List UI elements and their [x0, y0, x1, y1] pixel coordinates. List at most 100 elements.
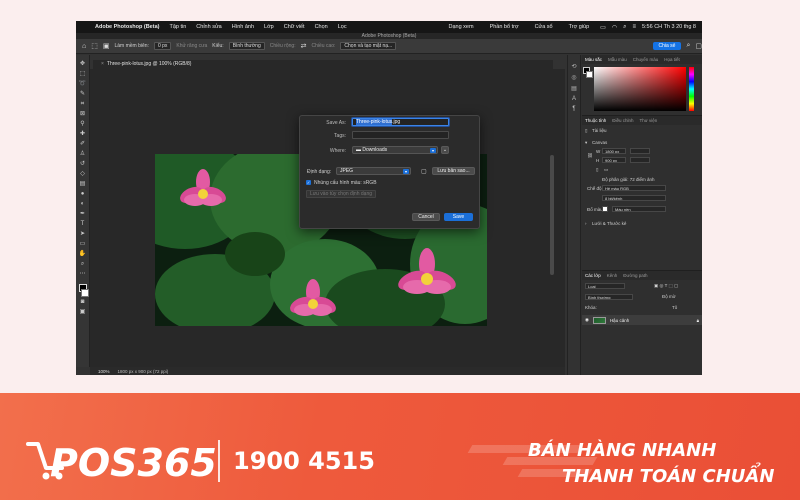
eraser-tool-icon[interactable]: ◇ — [79, 170, 87, 179]
cancel-button[interactable]: Cancel — [412, 213, 440, 221]
frame-tool-icon[interactable]: ⊠ — [79, 110, 87, 119]
embed-profile-checkbox[interactable]: ✓ — [306, 180, 311, 185]
tab-swatches[interactable]: Mẫu màu — [608, 57, 627, 62]
mode-select[interactable]: Hệ màu RGB — [602, 185, 666, 191]
zoom-tool-icon[interactable]: ⌕ — [79, 260, 87, 269]
menu-filter[interactable]: Lọc — [333, 24, 352, 30]
menu-layer[interactable]: Lớp — [259, 24, 279, 30]
zoom-level[interactable]: 100% — [98, 369, 110, 374]
home-icon[interactable]: ⌂ — [82, 43, 86, 50]
canvas-scrollbar[interactable] — [550, 155, 554, 275]
menubar-clock[interactable]: 5:56 CH Th 3 20 thg 8 — [642, 24, 696, 30]
history-icon[interactable]: ⟲ — [571, 63, 576, 70]
menu-select[interactable]: Chọn — [310, 24, 333, 30]
menu-window[interactable]: Cửa sổ — [530, 24, 558, 30]
tab-adjustments[interactable]: Điều chỉnh — [612, 118, 633, 123]
layer-row[interactable]: ◉ Hậu cảnh 🔒︎ — [582, 315, 702, 325]
fill-select[interactable]: Màu nền — [612, 206, 666, 212]
blend-mode-select[interactable]: Bình thường — [585, 294, 633, 300]
blur-tool-icon[interactable]: ● — [79, 190, 87, 199]
orientation-landscape-icon[interactable]: ▭ — [604, 167, 608, 173]
style-select[interactable]: Bình thường — [228, 42, 265, 50]
document-tab[interactable]: × Three-pink-lotus.jpg @ 100% (RGB/8) — [93, 60, 553, 69]
menu-file[interactable]: Tập tin — [164, 24, 191, 30]
selection-mode-icon[interactable]: ▣ — [103, 42, 110, 50]
depth-select[interactable]: 8 bit/kênh — [602, 195, 666, 201]
y-input[interactable] — [630, 157, 650, 163]
history-brush-tool-icon[interactable]: ↺ — [79, 160, 87, 169]
libraries-icon[interactable]: ▤ — [571, 85, 577, 92]
link-icon[interactable]: ⛓ — [587, 153, 593, 159]
quick-select-tool-icon[interactable]: ✎ — [79, 90, 87, 99]
healing-tool-icon[interactable]: ✚ — [79, 130, 87, 139]
rectangle-tool-icon[interactable]: ▭ — [79, 240, 87, 249]
menu-plugins[interactable]: Phần bổ trợ — [485, 24, 524, 30]
select-and-mask-button[interactable]: Chọn và tạo mặt nạ... — [340, 42, 397, 50]
paragraph-icon[interactable]: ¶ — [572, 106, 575, 112]
control-center-icon[interactable]: ≡ — [632, 24, 636, 30]
info-icon[interactable]: ▢ — [421, 168, 427, 175]
tab-color[interactable]: Màu sắc — [585, 57, 602, 62]
quick-mask-icon[interactable]: ◙ — [79, 298, 87, 307]
antialias-checkbox[interactable]: Khử răng cưa — [176, 43, 207, 49]
save-button[interactable]: Save — [444, 213, 473, 221]
move-tool-icon[interactable]: ✥ — [79, 60, 87, 69]
marquee-tool-icon[interactable]: ⬚ — [79, 70, 87, 79]
close-tab-icon[interactable]: × — [101, 61, 104, 67]
menu-view[interactable]: Dạng xem — [443, 24, 478, 30]
layer-filter-icons[interactable]: ▣ ◎ T ⬚ ▢ — [654, 283, 678, 289]
brush-tool-icon[interactable]: ✐ — [79, 140, 87, 149]
tab-libraries[interactable]: Thư viện — [640, 118, 658, 123]
visibility-eye-icon[interactable]: ◉ — [585, 317, 589, 323]
fill-swatch[interactable] — [602, 206, 608, 212]
menu-help[interactable]: Trợ giúp — [564, 24, 595, 30]
menu-app[interactable]: Adobe Photoshop (Beta) — [90, 24, 164, 30]
type-tool-icon[interactable]: T — [79, 220, 87, 229]
menu-type[interactable]: Chữ viết — [279, 24, 310, 30]
tab-paths[interactable]: Đường path — [623, 273, 647, 278]
battery-icon[interactable]: ▭ — [600, 24, 606, 31]
character-icon[interactable]: A — [572, 96, 576, 102]
search-icon[interactable]: ⌕ — [686, 42, 690, 50]
feather-input[interactable]: 0 px — [153, 42, 172, 50]
dodge-tool-icon[interactable]: ◐ — [79, 200, 87, 209]
tab-gradients[interactable]: Chuyển màu — [633, 57, 659, 62]
orientation-portrait-icon[interactable]: ▯ — [596, 167, 598, 173]
stamp-tool-icon[interactable]: ♙ — [79, 150, 87, 159]
share-button[interactable]: Chia sẻ — [652, 42, 682, 50]
crop-tool-icon[interactable]: ⌗ — [79, 100, 87, 109]
x-input[interactable] — [630, 148, 650, 154]
canvas-section-toggle[interactable]: ▾ — [585, 140, 587, 146]
layer-filter-input[interactable]: Loại — [585, 283, 625, 289]
menu-image[interactable]: Hình ảnh — [227, 24, 259, 30]
gradient-tool-icon[interactable]: ▤ — [79, 180, 87, 189]
height-input[interactable]: 900 px — [602, 157, 626, 163]
pen-tool-icon[interactable]: ✒ — [79, 210, 87, 219]
rulers-section-toggle[interactable]: › — [585, 221, 587, 226]
eyedropper-tool-icon[interactable]: ⚲ — [79, 120, 87, 129]
path-select-tool-icon[interactable]: ➤ — [79, 230, 87, 239]
tags-input[interactable] — [352, 131, 449, 139]
swap-icon[interactable]: ⇄ — [301, 42, 307, 50]
width-input[interactable]: 1800 px — [602, 148, 626, 154]
bg-color-chip[interactable] — [586, 71, 593, 78]
screen-mode-icon[interactable]: ▣ — [79, 308, 87, 317]
color-picker-field[interactable] — [594, 67, 686, 111]
expand-button[interactable]: ⌄ — [441, 146, 449, 154]
document-info[interactable]: 1800 px x 900 px (72 ppi) — [118, 369, 169, 374]
save-ext-prefs-button[interactable]: Lưu vào tùy chọn định dạng — [306, 190, 377, 198]
tab-layers[interactable]: Các lớp — [585, 273, 601, 278]
hue-slider[interactable] — [689, 67, 694, 111]
workspace-icon[interactable]: ▢ — [695, 42, 702, 50]
where-select[interactable]: ▬ Downloads ▾ — [352, 146, 438, 154]
hand-tool-icon[interactable]: ✋ — [79, 250, 87, 259]
layer-name[interactable]: Hậu cảnh — [610, 318, 629, 323]
background-color-swatch[interactable] — [81, 289, 89, 297]
wifi-icon[interactable]: ◠ — [612, 24, 617, 31]
lasso-tool-icon[interactable]: ➰ — [79, 80, 87, 89]
tab-channels[interactable]: Kênh — [607, 273, 618, 278]
filename-input[interactable]: Three-pink-lotus.jpg — [352, 118, 449, 126]
menu-edit[interactable]: Chỉnh sửa — [191, 24, 226, 30]
more-tools-icon[interactable]: ⋯ — [79, 270, 87, 279]
spotlight-search-icon[interactable]: ⌕ — [623, 24, 626, 31]
